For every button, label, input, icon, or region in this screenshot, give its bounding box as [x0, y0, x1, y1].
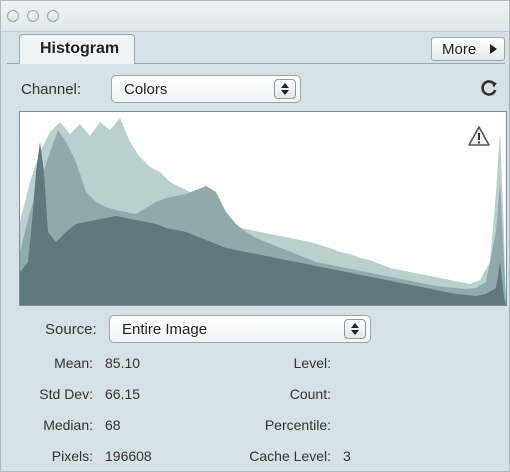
std-dev-label: Std Dev: [39, 386, 93, 402]
zoom-button[interactable] [47, 10, 59, 22]
mean-label: Mean: [54, 355, 93, 371]
tab-histogram[interactable]: Histogram [19, 34, 135, 64]
percentile-label: Percentile: [264, 417, 331, 433]
tab-histogram-label: Histogram [40, 40, 120, 57]
std-dev-value: 66.15 [105, 386, 141, 402]
histogram-palette: Histogram More Channel: Colors Source: E… [0, 0, 510, 472]
more-button-label: More [442, 41, 477, 58]
minimize-button[interactable] [27, 10, 39, 22]
cache-level-value: 3 [343, 448, 351, 464]
channel-select-value: Colors [124, 81, 168, 98]
chevron-updown-icon [344, 319, 366, 339]
triangle-right-icon [490, 44, 497, 54]
median-label: Median: [43, 417, 93, 433]
histogram-graph [19, 111, 507, 306]
count-label: Count: [289, 386, 331, 402]
pixels-label: Pixels: [51, 448, 93, 464]
pixels-value: 196608 [105, 448, 152, 464]
more-button[interactable]: More [431, 37, 505, 61]
source-label: Source: [45, 321, 97, 338]
channel-label: Channel: [21, 81, 82, 98]
warning-icon[interactable] [467, 125, 491, 147]
close-button[interactable] [7, 10, 19, 22]
title-bar[interactable] [1, 1, 509, 32]
median-value: 68 [105, 417, 121, 433]
refresh-icon[interactable] [479, 78, 499, 98]
source-select-value: Entire Image [122, 321, 208, 338]
mean-value: 85.10 [105, 355, 141, 371]
level-label: Level: [293, 355, 331, 371]
cache-level-label: Cache Level: [249, 448, 331, 464]
histogram-svg [20, 118, 506, 305]
channel-select[interactable]: Colors [111, 75, 301, 103]
chevron-updown-icon [274, 79, 296, 99]
source-select[interactable]: Entire Image [109, 315, 371, 343]
